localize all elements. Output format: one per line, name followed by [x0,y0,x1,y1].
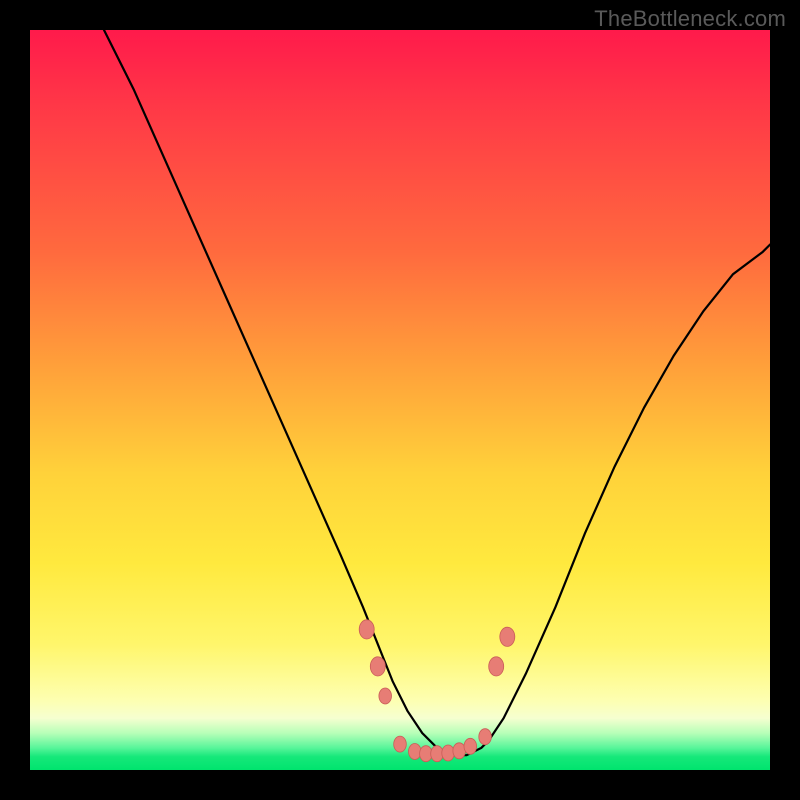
sample-dot [431,746,444,762]
sample-dots [359,620,515,762]
sample-dot [379,688,392,704]
sample-dot [370,657,385,676]
plot-area [30,30,770,770]
sample-dot [409,744,422,760]
sample-dot [464,738,477,754]
watermark-text: TheBottleneck.com [594,6,786,32]
sample-dot [394,736,407,752]
sample-dot [442,745,455,761]
sample-dot [500,627,515,646]
chart-svg [30,30,770,770]
bottleneck-curve [104,30,770,755]
sample-dot [479,729,492,745]
sample-dot [489,657,504,676]
chart-frame: TheBottleneck.com [0,0,800,800]
sample-dot [453,743,466,759]
sample-dot [359,620,374,639]
